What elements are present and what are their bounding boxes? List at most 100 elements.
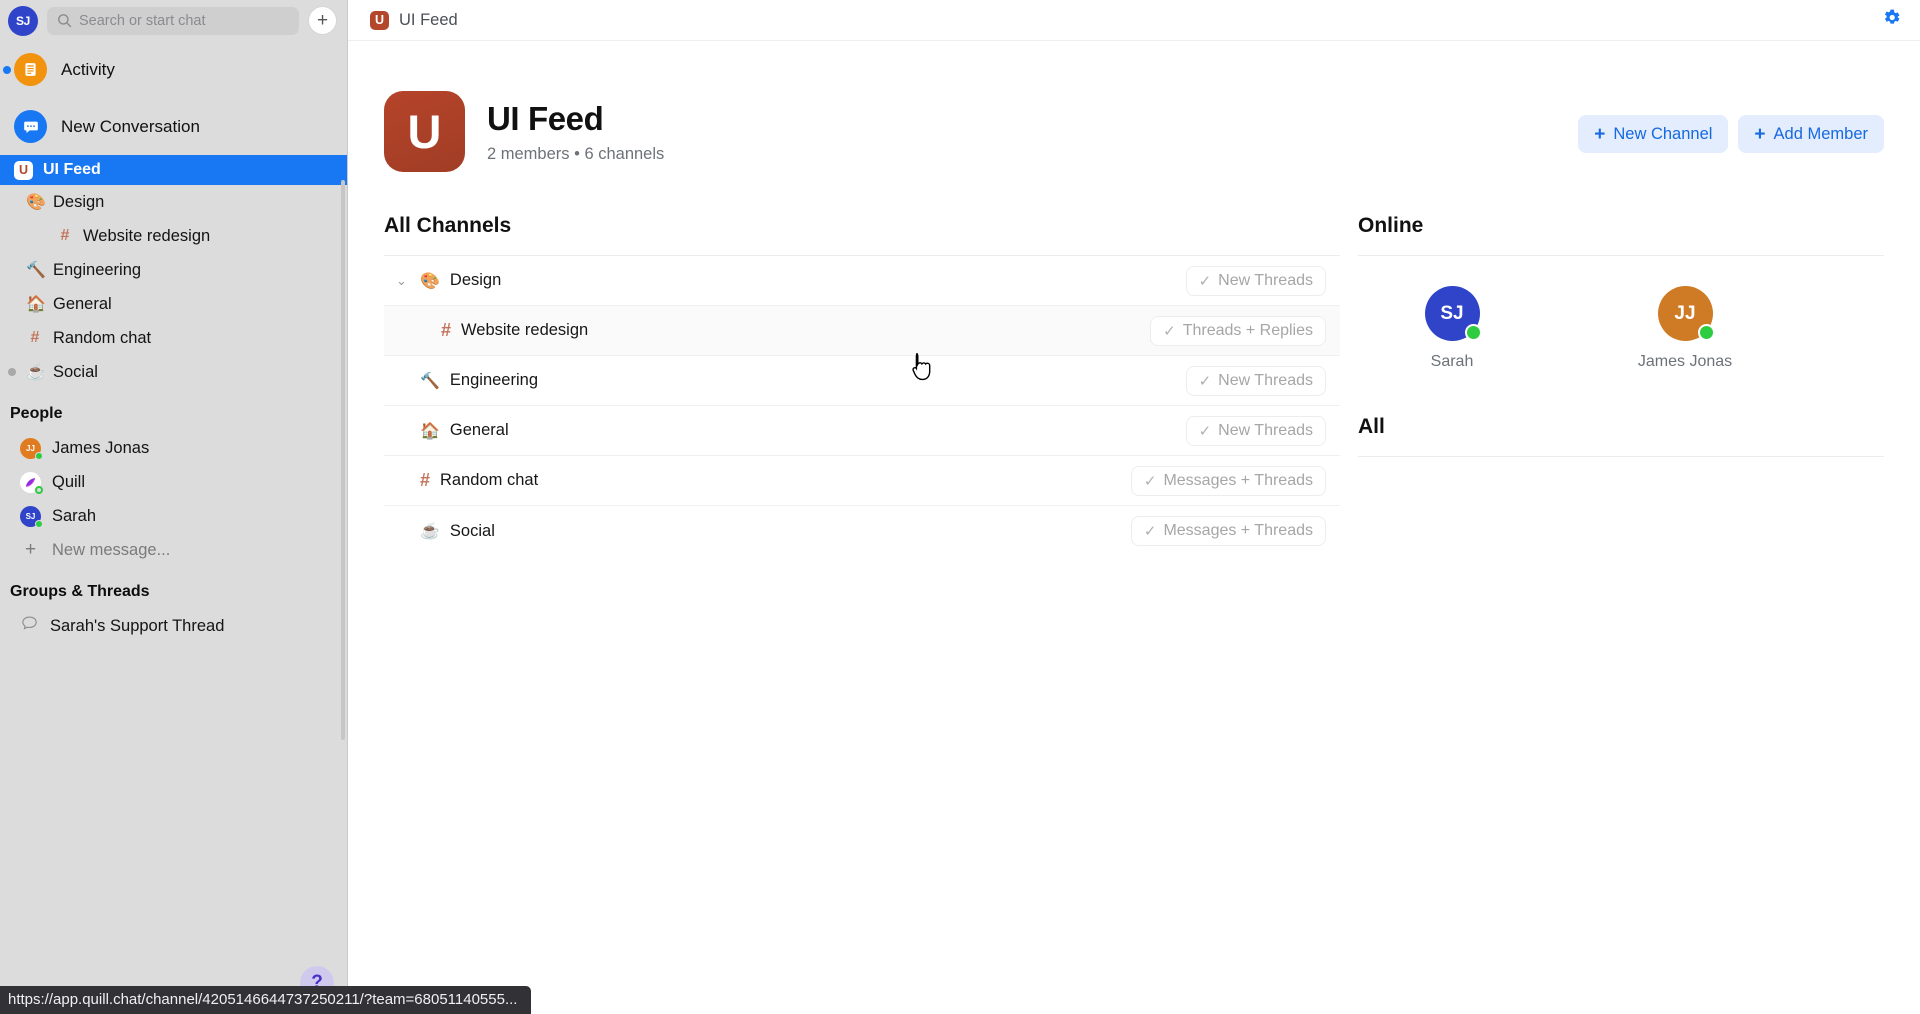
- channel-name: General: [449, 421, 509, 439]
- member-name: James Jonas: [1637, 353, 1733, 370]
- hammer-icon: 🔨: [420, 372, 440, 390]
- team-badge-icon: U: [370, 10, 389, 30]
- avatar: JJ: [20, 437, 43, 460]
- team-avatar: U: [384, 91, 465, 172]
- member-card[interactable]: JJ James Jonas: [1637, 286, 1733, 371]
- sidebar-thread-label: Sarah's Support Thread: [50, 616, 225, 635]
- plus-icon: +: [24, 539, 37, 560]
- all-channels-panel: All Channels ⌄ 🎨 Design ✓ New Threads # …: [384, 214, 1340, 556]
- members-panel: Online SJ Sarah JJ James Jonas All: [1358, 214, 1884, 556]
- sidebar-item-ui-feed[interactable]: U UI Feed: [0, 155, 347, 185]
- sidebar-channel-engineering[interactable]: 🔨 Engineering: [0, 253, 347, 287]
- sidebar-person-label: Quill: [52, 472, 86, 491]
- check-icon: ✓: [1198, 422, 1212, 440]
- table-row[interactable]: 🏠 General ✓ New Threads: [384, 406, 1340, 456]
- divider: [1358, 456, 1884, 457]
- unread-dot: [8, 368, 16, 376]
- sidebar-scrollbar[interactable]: [341, 180, 345, 740]
- chevron-down-icon[interactable]: ⌄: [396, 273, 410, 289]
- status-badge-label: Messages + Threads: [1163, 522, 1313, 539]
- sidebar-channel-design[interactable]: 🎨 Design: [0, 185, 347, 219]
- coffee-icon: ☕: [420, 523, 440, 540]
- plus-icon: +: [1754, 123, 1766, 145]
- sidebar-channel-label: Social: [53, 362, 98, 381]
- table-row[interactable]: 🔨 Engineering ✓ New Threads: [384, 356, 1340, 406]
- table-row[interactable]: ⌄ 🎨 Design ✓ New Threads: [384, 256, 1340, 306]
- status-badge[interactable]: ✓ Threads + Replies: [1150, 315, 1326, 346]
- sidebar-channel-general[interactable]: 🏠 General: [0, 287, 347, 321]
- gear-icon[interactable]: [1881, 7, 1902, 33]
- channel-name: Website redesign: [461, 321, 589, 339]
- sidebar-person-label: James Jonas: [52, 438, 150, 457]
- sidebar-top-bar: SJ Search or start chat +: [0, 0, 347, 41]
- sidebar-channel-website-redesign[interactable]: # Website redesign: [0, 219, 347, 253]
- sidebar-channel-random-chat[interactable]: # Random chat: [0, 321, 347, 355]
- sidebar-channel-social[interactable]: ☕ Social: [0, 355, 347, 389]
- table-row[interactable]: # Website redesign ✓ Threads + Replies: [384, 306, 1340, 356]
- avatar: SJ: [20, 505, 43, 528]
- unread-dot: [3, 65, 11, 74]
- avatar-initials: JJ: [1674, 302, 1696, 324]
- main-content: U UI Feed U UI Feed 2 members • 6 channe…: [348, 0, 1920, 1014]
- house-icon: 🏠: [420, 422, 440, 440]
- status-badge[interactable]: ✓ New Threads: [1185, 415, 1326, 446]
- status-bar-url: https://app.quill.chat/channel/420514664…: [0, 986, 532, 1014]
- avatar[interactable]: SJ: [8, 5, 38, 36]
- house-icon: 🏠: [26, 296, 46, 313]
- channel-name: Design: [449, 271, 502, 289]
- status-badge-label: Messages + Threads: [1163, 471, 1313, 489]
- coffee-icon: ☕: [26, 364, 46, 381]
- hash-icon: #: [60, 227, 70, 244]
- section-title: All Channels: [384, 214, 512, 237]
- search-icon: [58, 14, 72, 28]
- status-badge-label: New Threads: [1218, 371, 1313, 389]
- page-title: UI Feed: [487, 99, 604, 137]
- palette-icon: 🎨: [26, 194, 46, 211]
- sidebar-thread-sarahs-support-thread[interactable]: Sarah's Support Thread: [0, 609, 347, 643]
- add-member-button[interactable]: + Add Member: [1738, 115, 1884, 153]
- table-row[interactable]: ☕ Social ✓ Messages + Threads: [384, 506, 1340, 556]
- sidebar-channel-label: Website redesign: [83, 226, 211, 245]
- new-channel-button[interactable]: + New Channel: [1578, 115, 1729, 153]
- status-badge[interactable]: ✓ New Threads: [1185, 265, 1326, 296]
- channel-name: Random chat: [440, 471, 539, 489]
- check-icon: ✓: [1143, 523, 1157, 540]
- sidebar-item-new-conversation[interactable]: New Conversation: [0, 98, 347, 155]
- status-badge-label: New Threads: [1218, 271, 1313, 289]
- avatar: SJ: [1424, 286, 1482, 341]
- new-conversation-icon: [14, 110, 47, 143]
- activity-icon: [14, 53, 47, 86]
- team-meta: 2 members • 6 channels: [487, 144, 665, 163]
- sidebar-item-label: Activity: [61, 59, 115, 79]
- search-input[interactable]: Search or start chat: [47, 6, 299, 35]
- breadcrumb: U UI Feed: [370, 10, 458, 30]
- sidebar-channel-label: General: [53, 294, 112, 313]
- channel-name: Social: [449, 521, 495, 540]
- status-badge[interactable]: ✓ Messages + Threads: [1130, 516, 1326, 546]
- hash-icon: #: [441, 320, 452, 340]
- sidebar-person-sarah[interactable]: SJ Sarah: [0, 499, 347, 533]
- sidebar-person-quill[interactable]: Quill: [0, 465, 347, 499]
- sidebar-section-people: People: [10, 405, 63, 422]
- check-icon: ✓: [1163, 322, 1176, 340]
- sidebar-item-activity[interactable]: Activity: [0, 41, 347, 98]
- avatar-initials: SJ: [1440, 302, 1464, 324]
- palette-icon: 🎨: [420, 272, 440, 290]
- hash-icon: #: [30, 329, 40, 346]
- new-message-button[interactable]: + New message...: [0, 533, 347, 567]
- team-header: U UI Feed 2 members • 6 channels + New C…: [348, 41, 1920, 172]
- chat-bubble-icon: [20, 614, 39, 638]
- status-badge[interactable]: ✓ Messages + Threads: [1130, 465, 1326, 496]
- new-chat-button[interactable]: +: [308, 6, 337, 35]
- sidebar-item-label: New Conversation: [61, 116, 200, 136]
- check-icon: ✓: [1143, 472, 1157, 490]
- new-channel-label: New Channel: [1613, 124, 1713, 143]
- presence-indicator: [35, 451, 43, 460]
- member-card[interactable]: SJ Sarah: [1408, 286, 1496, 371]
- table-row[interactable]: # Random chat ✓ Messages + Threads: [384, 456, 1340, 506]
- status-badge[interactable]: ✓ New Threads: [1185, 365, 1326, 396]
- status-badge-label: Threads + Replies: [1182, 321, 1313, 339]
- presence-indicator: [35, 485, 43, 494]
- sidebar-person-james-jonas[interactable]: JJ James Jonas: [0, 431, 347, 465]
- presence-indicator: [35, 519, 43, 528]
